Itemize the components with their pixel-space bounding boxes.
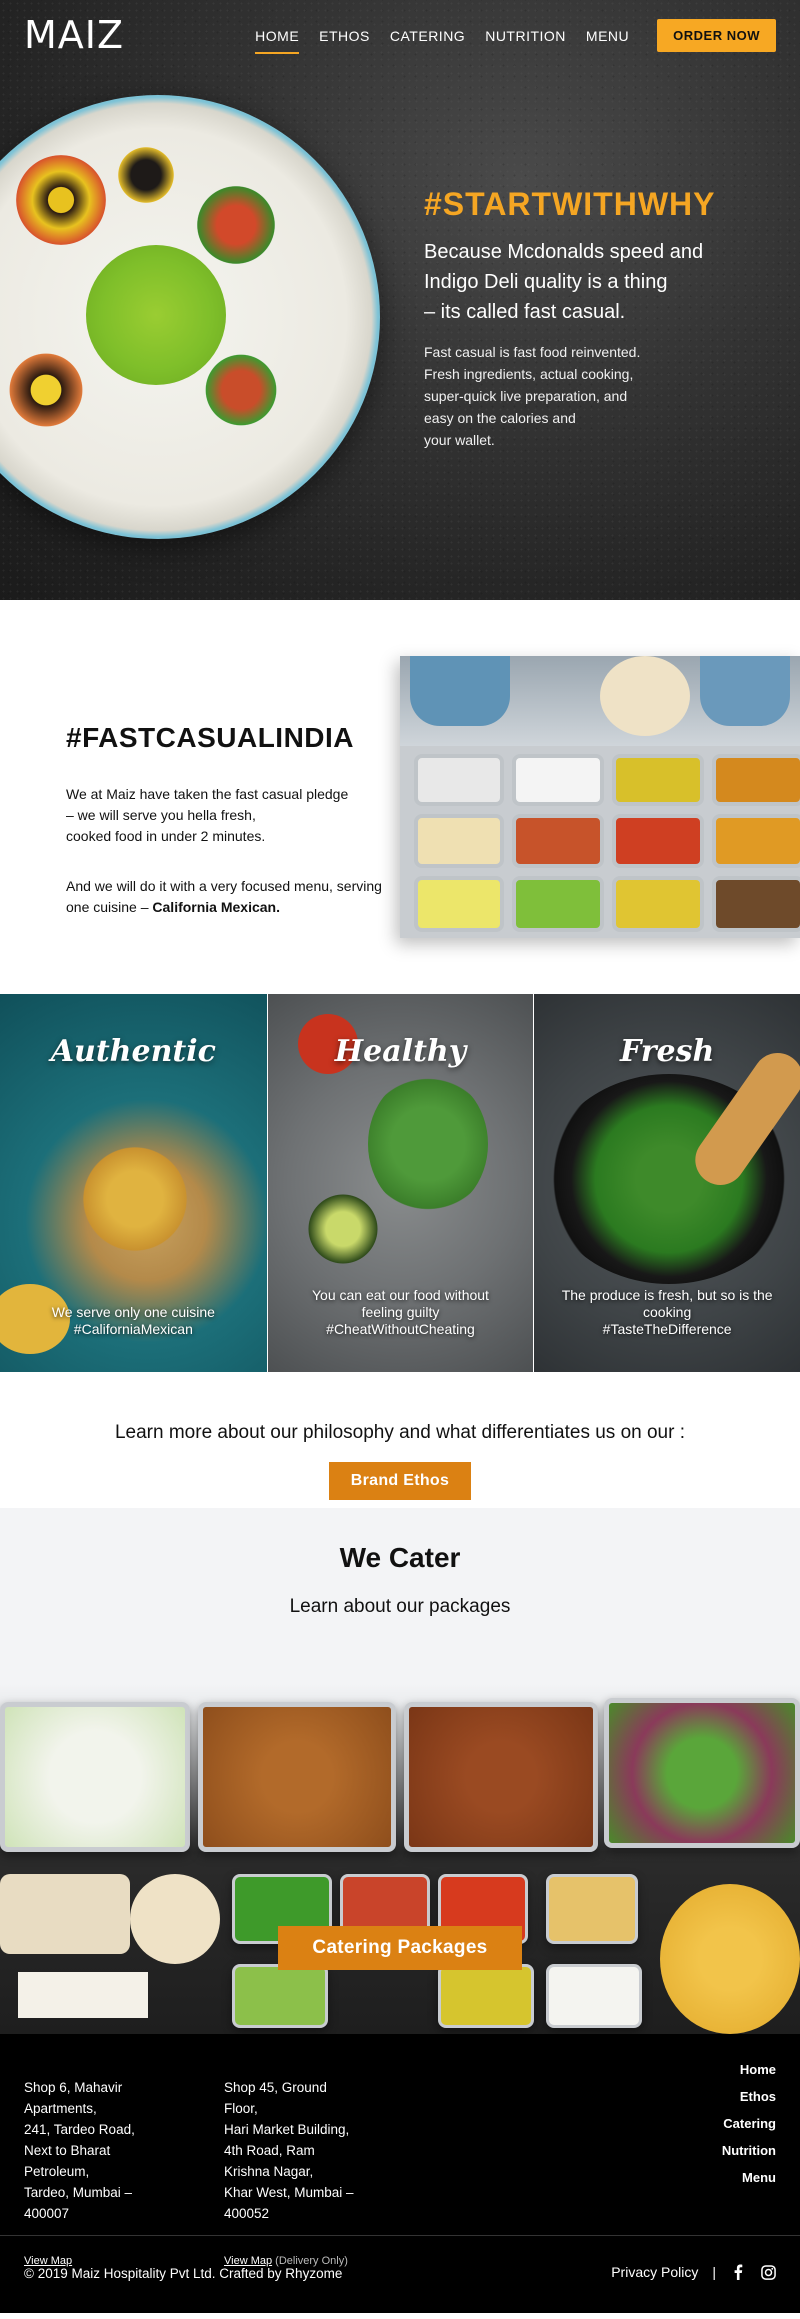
address-tardeo: Shop 6, Mahavir Apartments, 241, Tardeo …: [24, 2056, 184, 2272]
pan-chicken: [198, 1702, 396, 1852]
menu-text-cuisine: California Mexican.: [152, 899, 280, 915]
footer-legal: Privacy Policy |: [611, 2264, 776, 2280]
footer-link-catering[interactable]: Catering: [722, 2110, 776, 2137]
pillar-fresh: Fresh The produce is fresh, but so is th…: [533, 994, 800, 1372]
fast-casual-menu-text: And we will do it with a very focused me…: [66, 876, 396, 918]
cup-cheese: [546, 1874, 638, 1944]
fast-casual-pledge: We at Maiz have taken the fast casual pl…: [66, 786, 349, 844]
footer-link-home[interactable]: Home: [722, 2056, 776, 2083]
catering-section: We Cater Learn about our packages Cateri…: [0, 1508, 800, 2034]
tortilla-shape: [600, 656, 690, 736]
tray-1: [414, 754, 504, 806]
facebook-icon[interactable]: [730, 2264, 746, 2280]
tray-12: [712, 876, 800, 932]
copyright: © 2019 Maiz Hospitality Pvt Ltd. Crafted…: [24, 2266, 343, 2281]
hero-section: MAIZ HOME ETHOS CATERING NUTRITION MENU …: [0, 0, 800, 600]
footer-link-menu[interactable]: Menu: [722, 2164, 776, 2191]
glove-left: [410, 656, 510, 726]
tray-10: [512, 876, 604, 932]
hero-tagline: #STARTWITHWHY: [424, 186, 716, 222]
pillar-healthy: Healthy You can eat our food without fee…: [266, 994, 534, 1372]
tray-6: [512, 814, 604, 868]
instagram-icon[interactable]: [760, 2264, 776, 2280]
pillar-title-healthy: Healthy: [334, 1034, 467, 1069]
tray-11: [612, 876, 704, 932]
footer-nav: Home Ethos Catering Nutrition Menu: [722, 2056, 776, 2191]
privacy-policy-link[interactable]: Privacy Policy: [611, 2264, 698, 2280]
fajita-shape: [196, 345, 286, 435]
address-tardeo-text: Shop 6, Mahavir Apartments, 241, Tardeo …: [24, 2080, 135, 2221]
pan-rice: [0, 1702, 190, 1852]
hero-subtitle: Because Mcdonalds speed and Indigo Deli …: [424, 241, 704, 323]
cup-guac: [232, 1964, 328, 2028]
ethos-cta-section: Learn more about our philosophy and what…: [0, 1372, 800, 1508]
pillar-title-authentic: Authentic: [50, 1034, 216, 1069]
taco-shells-shape: [18, 1972, 148, 2018]
footer-link-nutrition[interactable]: Nutrition: [722, 2137, 776, 2164]
corn-beans-shape: [16, 155, 106, 245]
catering-title: We Cater: [339, 1542, 461, 1573]
order-now-button[interactable]: ORDER NOW: [657, 19, 776, 52]
pillar-title-fresh: Fresh: [619, 1034, 715, 1069]
top-nav: MAIZ HOME ETHOS CATERING NUTRITION MENU …: [0, 0, 800, 68]
pillars-section: Authentic We serve only one cuisine #Cal…: [0, 994, 800, 1372]
nachos-shape: [660, 1884, 800, 2034]
nav-catering[interactable]: CATERING: [390, 22, 465, 50]
glove-right: [700, 656, 790, 726]
nav-home[interactable]: HOME: [255, 22, 300, 54]
catering-packages-button[interactable]: Catering Packages: [278, 1926, 522, 1970]
address-khar-text: Shop 45, Ground Floor, Hari Market Build…: [224, 2080, 354, 2221]
nav-nutrition[interactable]: NUTRITION: [485, 22, 566, 50]
tray-5: [414, 814, 504, 868]
black-beans-shape: [106, 145, 186, 205]
greens-shape: [367, 1074, 488, 1214]
cup-sour-cream: [546, 1964, 642, 2028]
maiz-logo[interactable]: MAIZ: [24, 14, 134, 56]
tray-9: [414, 876, 504, 932]
fast-casual-section: #FASTCASUALINDIA We at Maiz have taken t…: [0, 600, 800, 994]
salsa-shape: [6, 345, 86, 435]
tray-2: [512, 754, 604, 806]
catering-spread-image: [0, 1684, 800, 2034]
peppers-shape: [186, 185, 286, 265]
pillar-authentic: Authentic We serve only one cuisine #Cal…: [0, 994, 267, 1372]
footer-divider: [0, 2235, 800, 2236]
footer-link-ethos[interactable]: Ethos: [722, 2083, 776, 2110]
ethos-cta-text: Learn more about our philosophy and what…: [114, 1422, 686, 1443]
pillar-text-healthy: You can eat our food without feeling gui…: [312, 1287, 489, 1337]
tacos-shape: [60, 1144, 210, 1254]
tray-8: [712, 814, 800, 868]
tray-3: [612, 754, 704, 806]
pan-mince: [404, 1702, 598, 1852]
pillar-text-fresh: The produce is fresh, but so is the cook…: [561, 1287, 773, 1337]
hero-copy: #STARTWITHWHY Because Mcdonalds speed an…: [424, 186, 784, 451]
avocado-shape: [307, 1184, 378, 1274]
footer-separator: |: [712, 2264, 716, 2280]
tortilla-stack: [130, 1874, 220, 1964]
cup-corn: [438, 1964, 534, 2028]
fast-casual-title: #FASTCASUALINDIA: [66, 722, 355, 753]
hero-body: Fast casual is fast food reinvented. Fre…: [424, 344, 641, 448]
footer: Shop 6, Mahavir Apartments, 241, Tardeo …: [0, 2034, 800, 2313]
nav-ethos[interactable]: ETHOS: [319, 22, 370, 50]
nav-menu[interactable]: MENU: [586, 22, 629, 50]
brand-ethos-button[interactable]: Brand Ethos: [328, 1462, 472, 1500]
pillar-text-authentic: We serve only one cuisine #CaliforniaMex…: [51, 1304, 215, 1337]
tray-7: [612, 814, 704, 868]
pan-fajitas: [604, 1698, 800, 1848]
catering-subtitle: Learn about our packages: [289, 1596, 511, 1617]
address-khar: Shop 45, Ground Floor, Hari Market Build…: [224, 2056, 384, 2272]
nav-links: HOME ETHOS CATERING NUTRITION MENU ORDER…: [255, 19, 776, 54]
food-counter-image: [400, 656, 800, 938]
tortilla-box: [0, 1874, 130, 1954]
tray-4: [712, 754, 800, 806]
